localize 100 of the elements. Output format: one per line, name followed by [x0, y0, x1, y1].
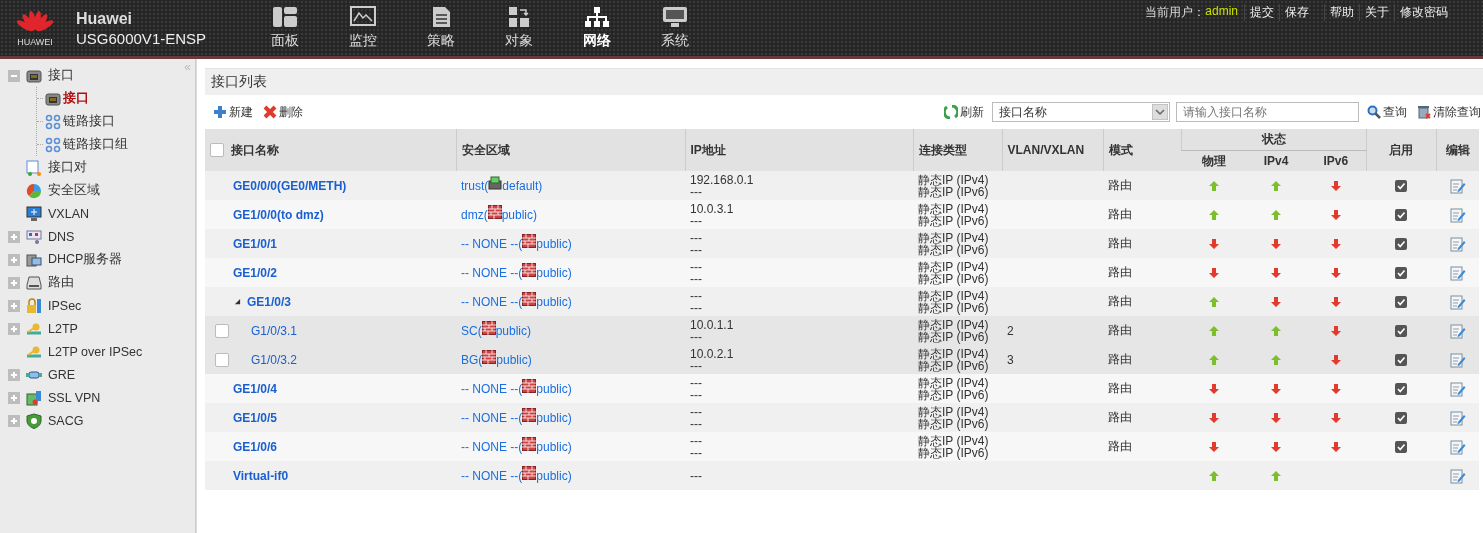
expanded-triangle-icon[interactable] [234, 298, 241, 305]
sidebar-item[interactable]: 安全区域 [48, 182, 100, 199]
header-link[interactable]: 修改密码 [1394, 4, 1453, 21]
expand-icon[interactable] [8, 230, 20, 243]
interface-name-link[interactable]: Virtual-if0 [233, 468, 289, 483]
checked-checkbox[interactable] [1395, 296, 1408, 309]
checked-checkbox[interactable] [1395, 325, 1408, 338]
sidebar-item[interactable]: L2TP over IPSec [48, 344, 143, 359]
edit-icon[interactable] [1449, 380, 1466, 397]
edit-icon[interactable] [1449, 235, 1466, 252]
sidebar-item[interactable]: IPSec [48, 298, 82, 313]
arrow-down-icon [1270, 441, 1282, 454]
interface-name-link[interactable]: GE1/0/0(to dmz) [233, 207, 324, 222]
interface-name-link[interactable]: G1/0/3.2 [251, 352, 298, 367]
checked-checkbox[interactable] [1395, 383, 1408, 396]
sidebar-item[interactable]: 路由 [48, 274, 74, 291]
arrow-down-icon [1330, 296, 1342, 309]
arrow-down-icon [1330, 325, 1342, 338]
nav-tab[interactable]: 对象 [480, 0, 558, 56]
sidebar-item[interactable]: 接口对 [48, 159, 87, 176]
row-checkbox[interactable] [215, 352, 229, 367]
checked-checkbox[interactable] [1395, 209, 1408, 222]
connection-type: 静态IP (IPv4) [918, 289, 990, 302]
select-all-checkbox[interactable] [210, 143, 224, 157]
brick-wall-icon [522, 291, 537, 306]
column-header: 模式 [1103, 129, 1181, 171]
checked-checkbox[interactable] [1395, 412, 1408, 425]
expand-icon[interactable] [8, 299, 20, 312]
mode-text: 路由 [1108, 207, 1132, 221]
nav-tab[interactable]: 面板 [246, 0, 324, 56]
mode-text: 路由 [1108, 439, 1132, 453]
sidebar-item[interactable]: DHCP服务器 [48, 251, 123, 268]
security-zone-link[interactable]: trust( default) [461, 178, 543, 193]
nav-tab[interactable]: 系统 [636, 0, 714, 56]
arrow-up-icon [1270, 209, 1282, 222]
interface-name-link[interactable]: GE1/0/6 [233, 439, 278, 454]
nav-tab[interactable]: 监控 [324, 0, 402, 56]
nav-tab[interactable]: 网络 [558, 0, 636, 56]
expand-icon[interactable] [8, 368, 20, 381]
query-button[interactable]: 查询 [1365, 103, 1409, 121]
search-field[interactable]: 请输入接口名称 [1176, 102, 1359, 122]
interface-name-link[interactable]: GE1/0/3 [247, 294, 292, 309]
checked-checkbox[interactable] [1395, 267, 1408, 280]
expand-icon[interactable] [8, 276, 20, 289]
sidebar-item[interactable]: L2TP [48, 321, 78, 336]
sidebar-item[interactable]: SACG [48, 413, 84, 428]
edit-icon[interactable] [1449, 409, 1466, 426]
header-link[interactable]: 保存 [1279, 4, 1314, 21]
sidebar-item[interactable]: 链路接口组 [63, 136, 128, 153]
edit-icon[interactable] [1449, 438, 1466, 455]
ip-address: 10.0.2.1 [690, 347, 735, 360]
brick-wall-icon [522, 262, 537, 277]
sidebar-item[interactable]: SSL VPN [48, 390, 101, 405]
arrow-down-icon [1330, 354, 1342, 367]
edit-icon[interactable] [1449, 351, 1466, 368]
brick-wall-icon [487, 204, 502, 219]
interface-name-link[interactable]: GE1/0/5 [233, 410, 278, 425]
expand-icon[interactable] [8, 253, 20, 266]
expand-icon[interactable] [8, 391, 20, 404]
delete-button[interactable]: 删除 [261, 103, 305, 121]
refresh-icon [944, 105, 958, 119]
sidebar-item[interactable]: 接口 [63, 90, 89, 107]
collapse-icon[interactable] [8, 69, 20, 82]
filter-dropdown[interactable]: 接口名称 [992, 102, 1170, 122]
sidebar-item[interactable]: VXLAN [48, 206, 89, 221]
expand-icon[interactable] [8, 414, 20, 427]
security-zone-link[interactable]: SC( public) [461, 323, 532, 338]
checked-checkbox[interactable] [1395, 180, 1408, 193]
edit-icon[interactable] [1449, 467, 1466, 484]
new-button[interactable]: 新建 [211, 103, 255, 121]
header-link[interactable]: 关于 [1359, 4, 1394, 21]
edit-icon[interactable] [1449, 177, 1466, 194]
interface-name-link[interactable]: GE1/0/4 [233, 381, 278, 396]
interface-name-link[interactable]: GE1/0/2 [233, 265, 278, 280]
ip-address: 192.168.0.1 [690, 173, 755, 186]
row-checkbox[interactable] [215, 323, 229, 338]
checked-checkbox[interactable] [1395, 238, 1408, 251]
checked-checkbox[interactable] [1395, 354, 1408, 367]
edit-icon[interactable] [1449, 293, 1466, 310]
sidebar-item[interactable]: DNS [48, 229, 75, 244]
nav-tab[interactable]: 策略 [402, 0, 480, 56]
header-link[interactable]: 帮助 [1324, 4, 1359, 21]
interface-name-link[interactable]: G1/0/3.1 [251, 323, 298, 338]
edit-icon[interactable] [1449, 206, 1466, 223]
header-link[interactable]: 提交 [1244, 4, 1279, 21]
clear-query-button[interactable]: 清除查询 [1415, 103, 1483, 121]
sidebar-item[interactable]: 链路接口 [63, 113, 115, 130]
edit-icon[interactable] [1449, 264, 1466, 281]
security-zone-link[interactable]: dmz( public) [461, 207, 538, 222]
interface-name-link[interactable]: GE1/0/1 [233, 236, 278, 251]
edit-icon[interactable] [1449, 322, 1466, 339]
security-zone-link[interactable]: BG( public) [461, 352, 532, 367]
ip-address: --- [690, 388, 703, 401]
refresh-button[interactable]: 刷新 [942, 103, 986, 121]
sidebar-item[interactable]: GRE [48, 367, 76, 382]
sidebar-item[interactable]: 接口 [48, 67, 74, 84]
expand-icon[interactable] [8, 322, 20, 335]
checked-checkbox[interactable] [1395, 441, 1408, 454]
dns-icon [26, 228, 42, 245]
link-icon [45, 113, 61, 130]
